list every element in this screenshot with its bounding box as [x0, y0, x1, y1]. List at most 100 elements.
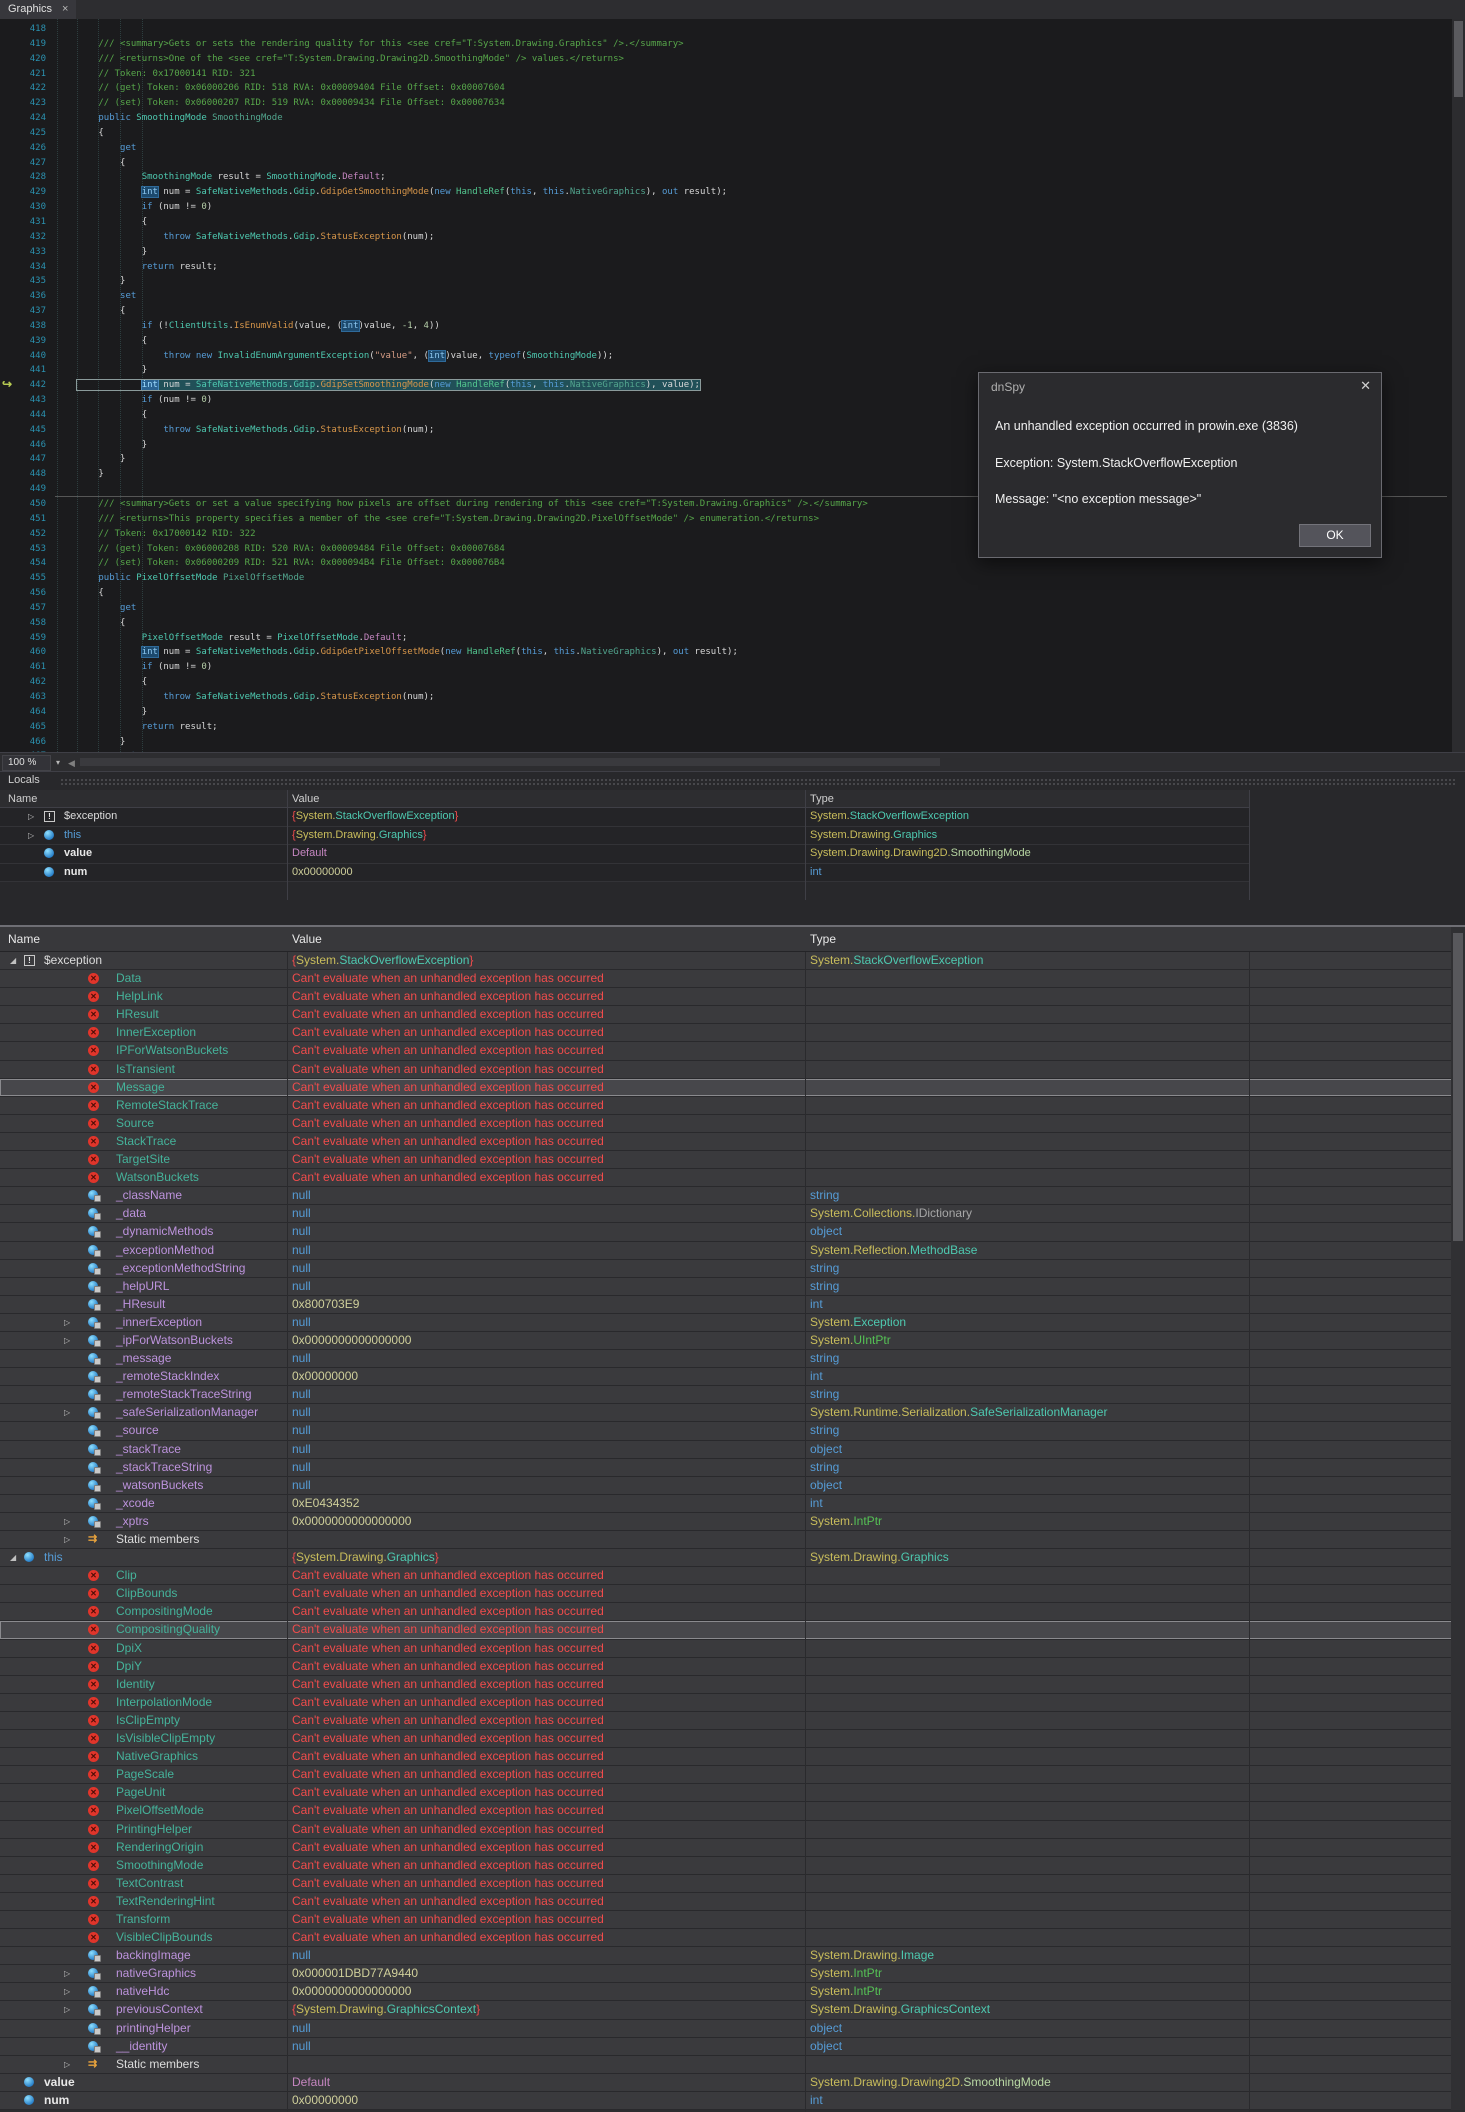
- table-row[interactable]: ▷ _xptrs 0x0000000000000000 System.IntPtr: [0, 1512, 1465, 1531]
- table-row[interactable]: ▷ _safeSerializationManager null System.Run…: [0, 1404, 1465, 1423]
- table-row[interactable]: ✕ Transform Can't evaluate when an unhandl…: [0, 1910, 1465, 1930]
- expander-expanded-icon[interactable]: ◢: [10, 1549, 16, 1566]
- table-row[interactable]: ▷ nativeHdc 0x0000000000000000 System.IntPt…: [0, 1983, 1465, 2002]
- table-row[interactable]: _watsonBuckets null object: [0, 1476, 1465, 1495]
- table-row[interactable]: ✕ Message Can't evaluate when an unhandled…: [0, 1078, 1465, 1097]
- table-row[interactable]: ✕ RemoteStackTrace Can't evaluate when an …: [0, 1096, 1465, 1115]
- zoom-level-select[interactable]: 100 %: [2, 755, 51, 771]
- table-row[interactable]: __identity null object: [0, 2037, 1465, 2056]
- table-row[interactable]: printingHelper null object: [0, 2019, 1465, 2038]
- table-row[interactable]: ✕ PrintingHelper Can't evaluate when an un…: [0, 1820, 1465, 1839]
- expander-collapsed-icon[interactable]: ▷: [28, 827, 34, 845]
- table-row[interactable]: ✕ TextContrast Can't evaluate when an unha…: [0, 1874, 1465, 1893]
- table-row[interactable]: ✕ DpiY Can't evaluate when an unhandled ex…: [0, 1657, 1465, 1676]
- column-header-name[interactable]: Name: [8, 790, 37, 808]
- scroll-left-arrow-icon[interactable]: ◀: [68, 757, 75, 769]
- table-row[interactable]: ✕ ClipBounds Can't evaluate when an unhand…: [0, 1585, 1465, 1604]
- table-row[interactable]: _remoteStackIndex 0x00000000 int: [0, 1368, 1465, 1387]
- expander-expanded-icon[interactable]: ◢: [10, 952, 16, 969]
- table-row[interactable]: ✕ IsClipEmpty Can't evaluate when an unhan…: [0, 1711, 1465, 1731]
- table-row[interactable]: ✕ Data Can't evaluate when an unhandled ex…: [0, 970, 1465, 989]
- column-header-type[interactable]: Type: [810, 790, 834, 808]
- table-row[interactable]: _source null string: [0, 1422, 1465, 1441]
- expander-collapsed-icon[interactable]: ▷: [64, 1332, 70, 1349]
- table-row[interactable]: ▷ _innerException null System.Exception: [0, 1313, 1465, 1332]
- column-divider[interactable]: [1249, 952, 1250, 2112]
- table-row[interactable]: ✕ Clip Can't evaluate when an unhandled ex…: [0, 1567, 1465, 1586]
- table-row[interactable]: ✕ IsVisibleClipEmpty Can't evaluate when a…: [0, 1730, 1465, 1749]
- table-row[interactable]: num 0x00000000 int: [0, 2091, 1465, 2110]
- table-row[interactable]: ▷ ⇉ Static members: [0, 1531, 1465, 1550]
- tab-graphics[interactable]: Graphics ×: [0, 0, 77, 19]
- column-divider[interactable]: [287, 952, 288, 2112]
- expander-collapsed-icon[interactable]: ▷: [64, 1513, 70, 1530]
- table-row[interactable]: _stackTrace null object: [0, 1440, 1465, 1459]
- table-row[interactable]: num 0x00000000 int: [0, 863, 1250, 882]
- expander-collapsed-icon[interactable]: ▷: [64, 1404, 70, 1421]
- expander-collapsed-icon[interactable]: ▷: [64, 2056, 70, 2073]
- table-row[interactable]: ◢! $exception {System.StackOverflowExcepti…: [0, 952, 1465, 971]
- table-row[interactable]: ✕ PixelOffsetMode Can't evaluate when an u…: [0, 1802, 1465, 1821]
- table-row[interactable]: value Default System.Drawing.Drawing2D.Smo…: [0, 845, 1250, 864]
- table-row[interactable]: ✕ PageUnit Can't evaluate when an unhandle…: [0, 1784, 1465, 1803]
- close-icon[interactable]: ✕: [1360, 378, 1371, 394]
- table-row[interactable]: ✕ InnerException Can't evaluate when an un…: [0, 1024, 1465, 1043]
- table-row[interactable]: ✕ RenderingOrigin Can't evaluate when an u…: [0, 1838, 1465, 1857]
- table-row[interactable]: ✕ Identity Can't evaluate when an unhandle…: [0, 1675, 1465, 1694]
- expander-collapsed-icon[interactable]: ▷: [64, 1531, 70, 1548]
- table-row[interactable]: ✕ CompositingQuality Can't evaluate when a…: [0, 1621, 1465, 1640]
- table-row[interactable]: ✕ PageScale Can't evaluate when an unhandl…: [0, 1766, 1465, 1785]
- table-row[interactable]: ▷ ⇉ Static members: [0, 2055, 1465, 2074]
- table-row[interactable]: ✕ Source Can't evaluate when an unhandled …: [0, 1114, 1465, 1133]
- table-row[interactable]: ✕ SmoothingMode Can't evaluate when an unh…: [0, 1856, 1465, 1875]
- table-row[interactable]: _helpURL null string: [0, 1277, 1465, 1296]
- column-divider[interactable]: [805, 952, 806, 2112]
- panel-drag-dots[interactable]: [60, 778, 1455, 787]
- table-row[interactable]: ▷ _ipForWatsonBuckets 0x0000000000000000 Sy…: [0, 1331, 1465, 1351]
- table-row[interactable]: _remoteStackTraceString null string: [0, 1386, 1465, 1405]
- table-row[interactable]: _dynamicMethods null object: [0, 1223, 1465, 1242]
- table-row[interactable]: _className null string: [0, 1187, 1465, 1206]
- table-row[interactable]: ✕ InterpolationMode Can't evaluate when an…: [0, 1693, 1465, 1712]
- table-row[interactable]: ▷ nativeGraphics 0x000001DBD77A9440 System.…: [0, 1965, 1465, 1984]
- table-row[interactable]: ✕ IsTransient Can't evaluate when an unhan…: [0, 1060, 1465, 1079]
- table-row[interactable]: ▷ previousContext {System.Drawing.Graphics…: [0, 2001, 1465, 2020]
- table-row[interactable]: _message null string: [0, 1350, 1465, 1369]
- expander-collapsed-icon[interactable]: ▷: [64, 1965, 70, 1982]
- table-row[interactable]: _exceptionMethod null System.Reflection.Me…: [0, 1241, 1465, 1260]
- expander-collapsed-icon[interactable]: ▷: [64, 1983, 70, 2000]
- table-row[interactable]: ✕ TextRenderingHint Can't evaluate when an…: [0, 1892, 1465, 1911]
- column-header-value[interactable]: Value: [292, 790, 319, 808]
- table-row[interactable]: _stackTraceString null string: [0, 1458, 1465, 1477]
- column-header-value[interactable]: Value: [292, 927, 322, 952]
- column-header-name[interactable]: Name: [8, 927, 40, 952]
- ok-button[interactable]: OK: [1299, 524, 1371, 547]
- table-row[interactable]: ✕ WatsonBuckets Can't evaluate when an unh…: [0, 1169, 1465, 1188]
- table-row[interactable]: _xcode 0xE0434352 int: [0, 1494, 1465, 1513]
- table-row[interactable]: _exceptionMethodString null string: [0, 1259, 1465, 1278]
- column-divider[interactable]: [287, 790, 288, 900]
- table-row[interactable]: ▷ this {System.Drawing.Graphics} System.Dra…: [0, 826, 1250, 845]
- table-row[interactable]: ✕ HelpLink Can't evaluate when an unhandle…: [0, 988, 1465, 1007]
- table-row[interactable]: ✕ VisibleClipBounds Can't evaluate when an…: [0, 1929, 1465, 1948]
- expander-collapsed-icon[interactable]: ▷: [64, 2001, 70, 2018]
- editor-vertical-scrollbar[interactable]: [1452, 19, 1465, 752]
- column-header-type[interactable]: Type: [810, 927, 836, 952]
- table-row[interactable]: _data null System.Collections.IDictionary: [0, 1205, 1465, 1224]
- column-divider[interactable]: [805, 790, 806, 900]
- table-row[interactable]: ✕ IPForWatsonBuckets Can't evaluate when a…: [0, 1042, 1465, 1061]
- chevron-down-icon[interactable]: ▾: [51, 755, 65, 771]
- column-divider[interactable]: [1249, 790, 1250, 900]
- table-row[interactable]: _HResult 0x800703E9 int: [0, 1295, 1465, 1314]
- table-row[interactable]: ◢ this {System.Drawing.Graphics} System.Dra…: [0, 1549, 1465, 1568]
- table-row[interactable]: backingImage null System.Drawing.Image: [0, 1947, 1465, 1966]
- table-row[interactable]: ✕ StackTrace Can't evaluate when an unhand…: [0, 1132, 1465, 1152]
- table-row[interactable]: ▷! $exception {System.StackOverflowExcepti…: [0, 808, 1250, 827]
- tab-close-icon[interactable]: ×: [62, 3, 68, 15]
- scrollbar-thumb[interactable]: [1453, 933, 1463, 1241]
- table-row[interactable]: ✕ NativeGraphics Can't evaluate when an un…: [0, 1748, 1465, 1767]
- inspector-vertical-scrollbar[interactable]: [1451, 927, 1465, 2110]
- expander-collapsed-icon[interactable]: ▷: [64, 1314, 70, 1331]
- expander-collapsed-icon[interactable]: ▷: [28, 808, 34, 826]
- horizontal-scrollbar-thumb[interactable]: [80, 758, 940, 766]
